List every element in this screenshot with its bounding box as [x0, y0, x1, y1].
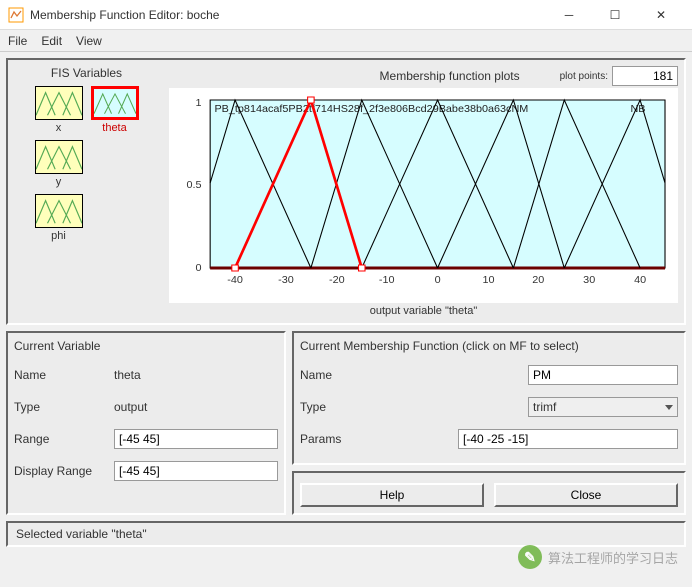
status-text: Selected variable "theta": [16, 527, 147, 541]
x-axis-label: output variable "theta": [169, 305, 678, 317]
fis-title: FIS Variables: [14, 66, 159, 80]
titlebar: Membership Function Editor: boche ─ ☐ ✕: [0, 0, 692, 30]
status-bar: Selected variable "theta": [6, 521, 686, 547]
fis-var-label: phi: [51, 230, 66, 242]
watermark: ✎ 算法工程师的学习日志: [518, 545, 678, 569]
plot-title: Membership function plots: [380, 69, 520, 83]
label-mf-name: Name: [300, 368, 400, 382]
fis-var-theta[interactable]: theta: [91, 86, 139, 134]
close-button[interactable]: Close: [494, 483, 678, 507]
plot-points-label: plot points:: [560, 71, 608, 82]
label-display-range: Display Range: [14, 464, 114, 478]
watermark-text: 算法工程师的学习日志: [548, 548, 678, 567]
svg-text:-30: -30: [278, 275, 294, 286]
fis-var-y[interactable]: y: [35, 140, 83, 188]
menu-file[interactable]: File: [8, 34, 27, 48]
panel-title: Current Membership Function (click on MF…: [300, 339, 678, 353]
current-mf-container: Current Membership Function (click on MF…: [292, 331, 686, 515]
mf-icon: [35, 194, 83, 228]
help-button[interactable]: Help: [300, 483, 484, 507]
mf-icon: [91, 86, 139, 120]
current-mf-panel: Current Membership Function (click on MF…: [292, 331, 686, 465]
svg-text:-10: -10: [379, 275, 395, 286]
mf-top-labels: PB_tp814acaf5PB2tf714HS28f_2f3e806Bcd29B…: [214, 104, 528, 115]
svg-text:0: 0: [195, 263, 201, 274]
value-name: theta: [114, 368, 278, 382]
label-mf-params: Params: [300, 432, 400, 446]
display-range-input[interactable]: [114, 461, 278, 481]
window-controls: ─ ☐ ✕: [546, 0, 684, 30]
plot-panel: Membership function plots plot points: 0…: [169, 66, 678, 317]
mf-name-input[interactable]: [528, 365, 678, 385]
fis-variables-panel: FIS Variables x theta: [14, 66, 159, 317]
menu-edit[interactable]: Edit: [41, 34, 62, 48]
fis-var-x[interactable]: x: [35, 86, 83, 134]
current-variable-panel: Current Variable Name theta Type output …: [6, 331, 286, 515]
label-type: Type: [14, 400, 114, 414]
svg-text:20: 20: [532, 275, 544, 286]
range-input[interactable]: [114, 429, 278, 449]
fis-var-label: x: [56, 122, 62, 134]
mf-params-input[interactable]: [458, 429, 678, 449]
close-window-button[interactable]: ✕: [638, 0, 684, 30]
label-name: Name: [14, 368, 114, 382]
mf-plot[interactable]: 0 0.5 1 -40 -30 -20 -10 0 10 20 30 40: [169, 88, 678, 303]
svg-text:30: 30: [583, 275, 595, 286]
svg-text:40: 40: [634, 275, 646, 286]
value-type: output: [114, 400, 278, 414]
menubar: File Edit View: [0, 30, 692, 52]
app-icon: [8, 7, 24, 23]
svg-text:10: 10: [482, 275, 494, 286]
window-title: Membership Function Editor: boche: [30, 8, 546, 22]
svg-text:0.5: 0.5: [186, 180, 201, 191]
mf-icon: [35, 140, 83, 174]
wechat-icon: ✎: [518, 545, 542, 569]
fis-var-label: y: [56, 176, 62, 188]
fis-var-label: theta: [102, 122, 126, 134]
top-panel: FIS Variables x theta: [6, 58, 686, 325]
plot-points-input[interactable]: [612, 66, 678, 86]
svg-text:1: 1: [195, 98, 201, 109]
label-range: Range: [14, 432, 114, 446]
panel-title: Current Variable: [14, 339, 278, 353]
mf-type-select[interactable]: trimf: [528, 397, 678, 417]
maximize-button[interactable]: ☐: [592, 0, 638, 30]
menu-view[interactable]: View: [76, 34, 102, 48]
label-mf-type: Type: [300, 400, 400, 414]
mf-icon: [35, 86, 83, 120]
svg-text:0: 0: [435, 275, 441, 286]
svg-text:-40: -40: [227, 275, 243, 286]
svg-text:-20: -20: [329, 275, 345, 286]
minimize-button[interactable]: ─: [546, 0, 592, 30]
fis-var-phi[interactable]: phi: [35, 194, 83, 242]
